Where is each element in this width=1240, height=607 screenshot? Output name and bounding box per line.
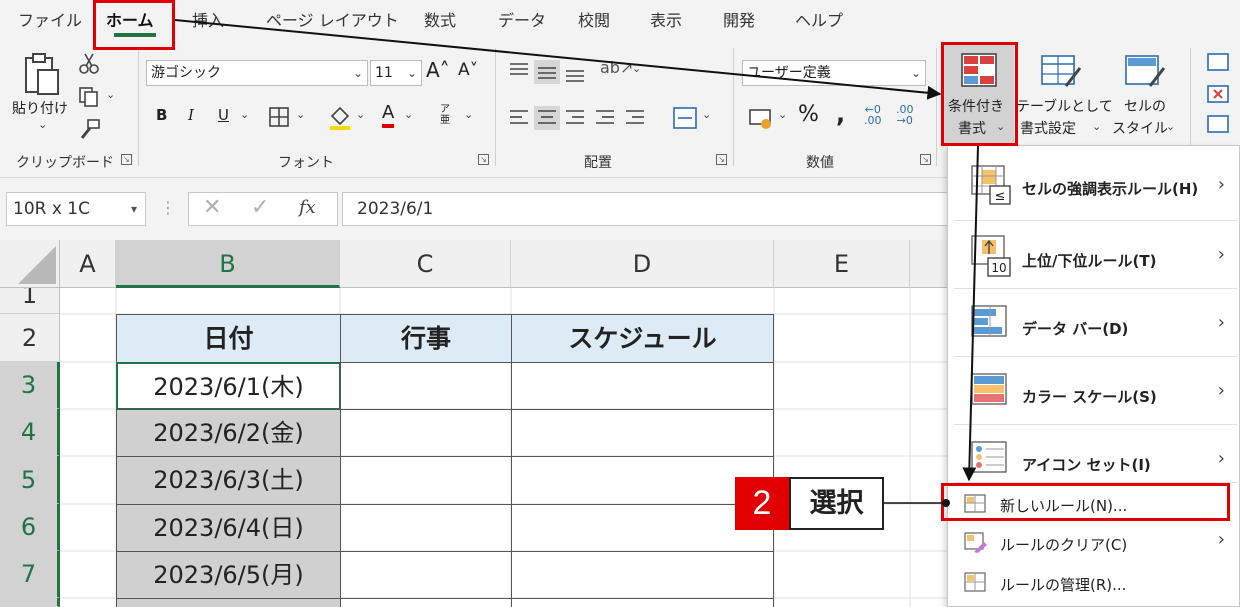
step-number-badge: 2 <box>735 477 789 530</box>
annotation-arrows <box>174 19 979 507</box>
arrow-conditional-to-new-rule <box>962 145 979 482</box>
arrow-home-to-conditional <box>174 19 942 100</box>
callout-dot <box>942 499 950 507</box>
step-label-badge: 選択 <box>789 477 884 530</box>
